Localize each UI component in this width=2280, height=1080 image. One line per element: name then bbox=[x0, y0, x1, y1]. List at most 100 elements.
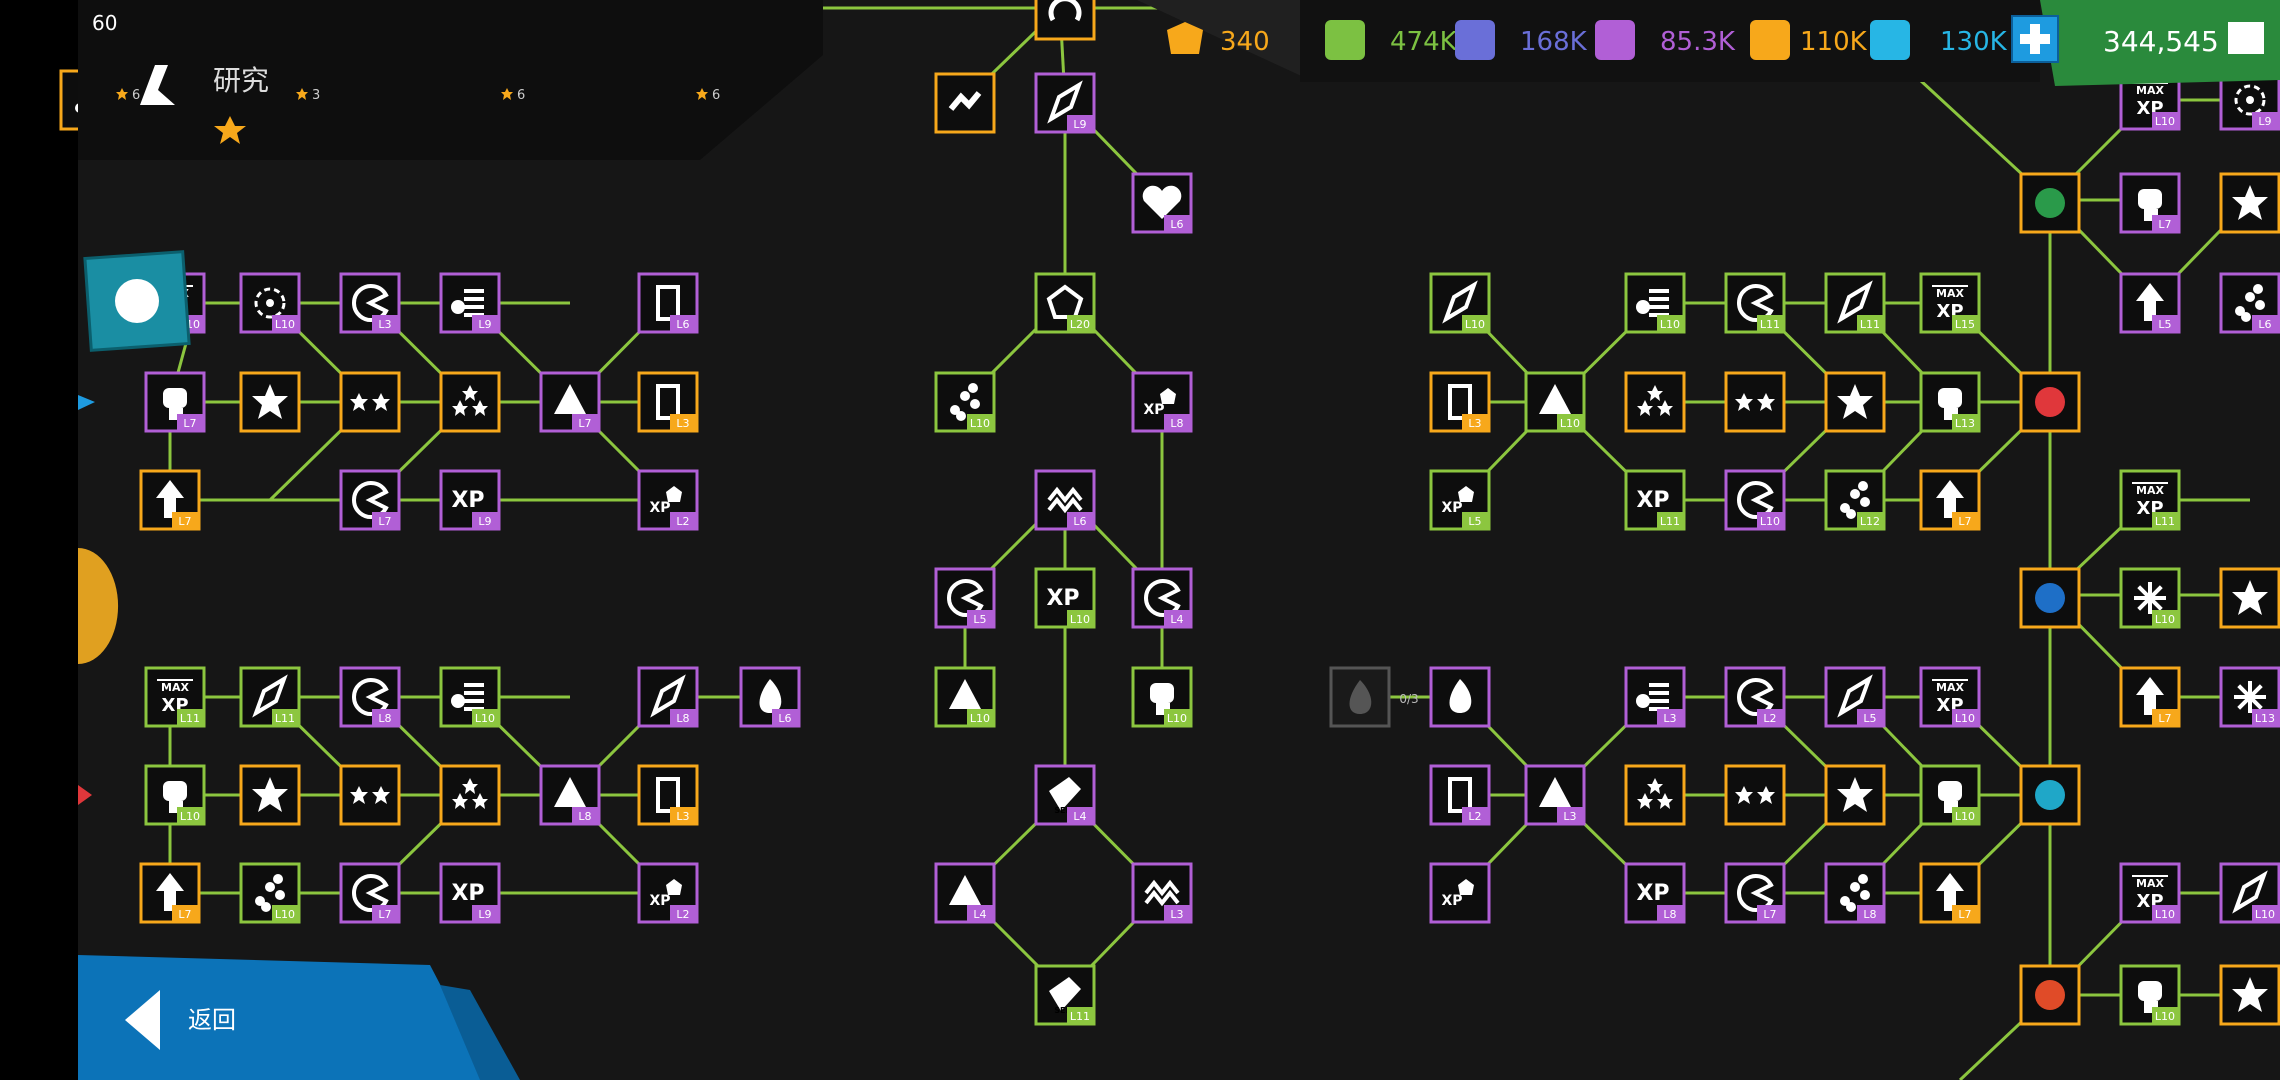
research-node-star[interactable] bbox=[239, 764, 301, 826]
research-node-jar[interactable]: L3 bbox=[1429, 371, 1491, 433]
research-node-jar[interactable]: L2 bbox=[1429, 764, 1491, 826]
research-node-star[interactable] bbox=[239, 371, 301, 433]
research-node-xp[interactable]: XP L9 bbox=[439, 862, 501, 924]
add-cash-button[interactable] bbox=[2011, 15, 2059, 63]
research-node-xpsm[interactable]: XP L2 bbox=[637, 469, 699, 531]
research-node-fire[interactable] bbox=[1429, 666, 1491, 728]
hub-node[interactable] bbox=[2019, 371, 2081, 433]
research-node-pac[interactable]: L10 bbox=[1724, 469, 1786, 531]
research-node-pac[interactable]: L2 bbox=[1724, 666, 1786, 728]
research-node-stars3[interactable] bbox=[439, 764, 501, 826]
research-node-dots[interactable]: L10 bbox=[239, 862, 301, 924]
research-node-xp[interactable]: XP L9 bbox=[439, 469, 501, 531]
research-node-fist[interactable]: L10 bbox=[2119, 964, 2181, 1026]
hub-node[interactable] bbox=[2019, 172, 2081, 234]
research-node-pen[interactable]: L8 bbox=[637, 666, 699, 728]
research-node-fist[interactable]: L7 bbox=[144, 371, 206, 433]
research-node-max[interactable]: MAXXPL10 bbox=[1919, 666, 1981, 728]
research-node-star[interactable] bbox=[2219, 172, 2280, 234]
research-node-xpsm[interactable]: XP L2 bbox=[637, 862, 699, 924]
research-node-wave[interactable]: L6 bbox=[1034, 469, 1096, 531]
research-node-fist[interactable]: L10 bbox=[1131, 666, 1193, 728]
research-node-max[interactable]: MAXXPL15 bbox=[1919, 272, 1981, 334]
research-node-xpsm[interactable]: XP L8 bbox=[1131, 371, 1193, 433]
research-node-fist[interactable]: L7 bbox=[2119, 172, 2181, 234]
research-node-link[interactable] bbox=[934, 72, 996, 134]
research-node-list[interactable]: L3 bbox=[1624, 666, 1686, 728]
research-node-jar[interactable]: L6 bbox=[637, 272, 699, 334]
research-node-pen[interactable]: L5 bbox=[1824, 666, 1886, 728]
research-node-wave[interactable]: L3 bbox=[1131, 862, 1193, 924]
research-node-stars3[interactable] bbox=[439, 371, 501, 433]
research-node-max[interactable]: MAXXPL11 bbox=[144, 666, 206, 728]
hub-node[interactable] bbox=[2019, 764, 2081, 826]
research-node-dots[interactable]: L12 bbox=[1824, 469, 1886, 531]
research-node-fist[interactable]: L10 bbox=[144, 764, 206, 826]
research-node-tree[interactable]: L10 bbox=[1524, 371, 1586, 433]
research-node-star[interactable] bbox=[1824, 371, 1886, 433]
research-node-arrow[interactable]: L7 bbox=[139, 469, 201, 531]
research-node-pac[interactable]: L11 bbox=[1724, 272, 1786, 334]
research-node-pen[interactable]: L11 bbox=[239, 666, 301, 728]
research-node-stars2[interactable] bbox=[339, 764, 401, 826]
research-node-pac[interactable]: L8 bbox=[339, 666, 401, 728]
research-node-stars2[interactable] bbox=[339, 371, 401, 433]
research-node-tree[interactable]: L8 bbox=[539, 764, 601, 826]
research-node-dots[interactable]: L10 bbox=[934, 371, 996, 433]
research-node-pac[interactable]: L7 bbox=[339, 862, 401, 924]
research-node-snow[interactable]: L10 bbox=[2119, 567, 2181, 629]
research-node-tree[interactable]: L7 bbox=[539, 371, 601, 433]
research-node-star[interactable] bbox=[2219, 567, 2280, 629]
research-node-fist[interactable]: L10 bbox=[1919, 764, 1981, 826]
research-node-pent[interactable]: L20 bbox=[1034, 272, 1096, 334]
research-node-pac[interactable]: L7 bbox=[1724, 862, 1786, 924]
research-node-pen[interactable]: L10 bbox=[1429, 272, 1491, 334]
hub-node[interactable] bbox=[2019, 567, 2081, 629]
research-node-dots[interactable]: L6 bbox=[2219, 272, 2280, 334]
research-node-max[interactable]: MAXXPL11 bbox=[2119, 469, 2181, 531]
resource-value: 340 bbox=[1220, 27, 1270, 57]
hub-node[interactable] bbox=[2019, 964, 2081, 1026]
research-node-pac[interactable]: L7 bbox=[339, 469, 401, 531]
research-node-pen[interactable]: L10 bbox=[2219, 862, 2280, 924]
research-node-xp[interactable]: XP L11 bbox=[1624, 469, 1686, 531]
research-node-max[interactable]: MAXXPL10 bbox=[2119, 862, 2181, 924]
research-node-list[interactable]: L10 bbox=[1624, 272, 1686, 334]
research-node-sell[interactable]: SELLL4 bbox=[1034, 764, 1096, 826]
research-node-tree[interactable]: L3 bbox=[1524, 764, 1586, 826]
research-node-pac[interactable]: L4 bbox=[1131, 567, 1193, 629]
research-node-arrow[interactable]: L7 bbox=[1919, 469, 1981, 531]
research-node-xp[interactable]: XP L8 bbox=[1624, 862, 1686, 924]
research-node-sell[interactable]: SELLL11 bbox=[1034, 964, 1096, 1026]
research-node-tree[interactable]: L10 bbox=[934, 666, 996, 728]
research-node-heart[interactable]: L6 bbox=[1131, 172, 1193, 234]
research-node-stars2[interactable] bbox=[1724, 764, 1786, 826]
research-node-pen[interactable]: L11 bbox=[1824, 272, 1886, 334]
research-node-pac[interactable]: L5 bbox=[934, 567, 996, 629]
research-node-swirl[interactable] bbox=[1034, 0, 1096, 41]
research-node-list[interactable]: L10 bbox=[439, 666, 501, 728]
research-node-xpsm[interactable]: XP L5 bbox=[1429, 469, 1491, 531]
research-node-arrow[interactable]: L7 bbox=[1919, 862, 1981, 924]
research-node-fire[interactable]: L6 bbox=[739, 666, 801, 728]
research-node-arrow[interactable]: L7 bbox=[2119, 666, 2181, 728]
research-node-pen[interactable]: L9 bbox=[1034, 72, 1096, 134]
research-node-target[interactable]: L10 bbox=[239, 272, 301, 334]
research-node-stars3[interactable] bbox=[1624, 764, 1686, 826]
research-node-xp[interactable]: XP L10 bbox=[1034, 567, 1096, 629]
research-node-star[interactable] bbox=[2219, 964, 2280, 1026]
research-node-tree[interactable]: L4 bbox=[934, 862, 996, 924]
research-node-fist[interactable]: L13 bbox=[1919, 371, 1981, 433]
research-node-jar[interactable]: L3 bbox=[637, 371, 699, 433]
research-node-list[interactable]: L9 bbox=[439, 272, 501, 334]
research-node-snow[interactable]: L13 bbox=[2219, 666, 2280, 728]
research-node-xpsm[interactable]: XP bbox=[1429, 862, 1491, 924]
research-node-pac[interactable]: L3 bbox=[339, 272, 401, 334]
research-node-star[interactable] bbox=[1824, 764, 1886, 826]
research-node-dots[interactable]: L8 bbox=[1824, 862, 1886, 924]
research-node-arrow[interactable]: L5 bbox=[2119, 272, 2181, 334]
research-node-stars2[interactable] bbox=[1724, 371, 1786, 433]
research-node-jar[interactable]: L3 bbox=[637, 764, 699, 826]
research-node-stars3[interactable] bbox=[1624, 371, 1686, 433]
research-node-arrow[interactable]: L7 bbox=[139, 862, 201, 924]
